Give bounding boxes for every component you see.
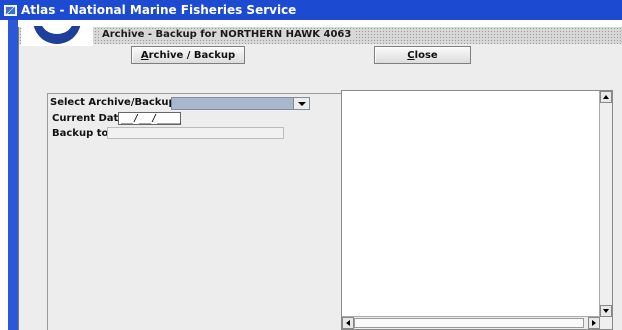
backup-to-field xyxy=(107,127,284,139)
noaa-logo xyxy=(21,26,93,46)
close-button-label: lose xyxy=(414,49,438,61)
scroll-right-icon[interactable] xyxy=(588,317,600,329)
archive-backup-button[interactable]: Archive / Backup xyxy=(131,46,245,64)
archive-backup-select[interactable] xyxy=(171,97,310,110)
current-date-label: Current Date xyxy=(52,113,126,124)
archive-backup-window: Archive - Backup for NORTHERN HAWK 4063 … xyxy=(18,26,622,330)
horizontal-scroll-thumb[interactable] xyxy=(354,318,584,328)
output-text-area[interactable] xyxy=(341,90,613,330)
window-titlebar[interactable]: Archive - Backup for NORTHERN HAWK 4063 xyxy=(19,26,622,46)
app-title: Atlas - National Marine Fisheries Servic… xyxy=(21,3,297,17)
close-button[interactable]: Close xyxy=(374,46,471,64)
scroll-down-icon[interactable] xyxy=(600,305,612,317)
archive-form-panel: Select Archive/Backup Current Date __/__… xyxy=(47,93,345,330)
window-left-border xyxy=(8,20,18,330)
select-archive-label: Select Archive/Backup xyxy=(50,97,176,108)
scroll-left-icon[interactable] xyxy=(342,317,354,329)
archive-mnemonic: A xyxy=(140,49,149,61)
current-date-field[interactable]: __/__/____ xyxy=(118,112,181,125)
close-mnemonic: C xyxy=(407,49,415,61)
horizontal-scrollbar[interactable] xyxy=(342,316,600,329)
window-title: Archive - Backup for NORTHERN HAWK 4063 xyxy=(99,29,355,40)
app-titlebar[interactable]: Atlas - National Marine Fisheries Servic… xyxy=(0,0,622,20)
vertical-scrollbar[interactable] xyxy=(599,91,612,329)
chevron-down-icon[interactable] xyxy=(293,98,309,109)
backup-to-label: Backup to xyxy=(52,128,109,139)
app-window-icon xyxy=(4,4,17,16)
scroll-up-icon[interactable] xyxy=(600,91,612,103)
archive-button-label: rchive / Backup xyxy=(148,49,236,61)
